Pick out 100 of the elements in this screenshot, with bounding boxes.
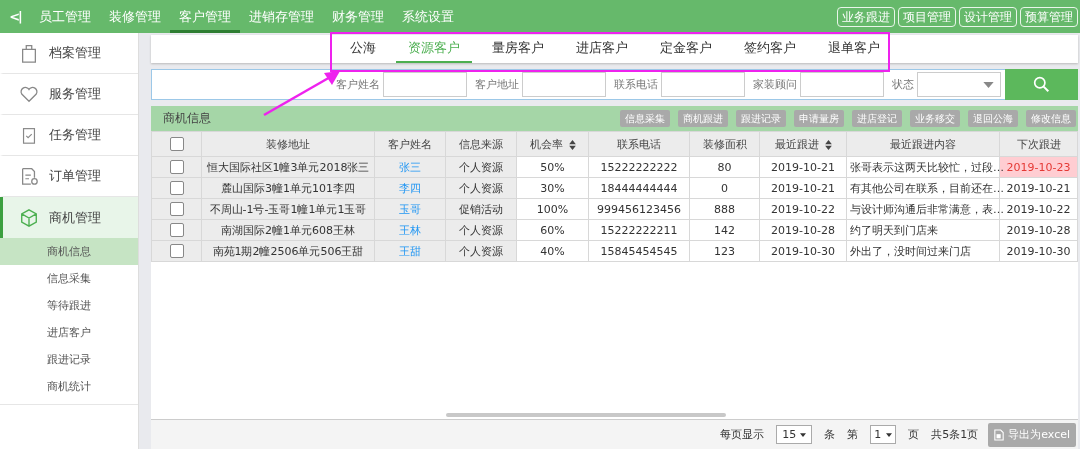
table-cell: 2019-10-28 (759, 219, 847, 241)
action-button[interactable]: 跟进记录 (736, 110, 786, 127)
table-cell: 2019-10-30 (759, 240, 847, 262)
caret-icon (800, 432, 807, 437)
sidebar-item[interactable]: 任务管理 (0, 115, 138, 156)
row-checkbox[interactable] (169, 223, 184, 237)
table-cell: 2019-10-21 (999, 177, 1078, 199)
table-cell: 2019-10-28 (999, 219, 1078, 241)
column-header: 客户姓名 (374, 131, 446, 157)
table-cell: 50% (516, 156, 589, 178)
table-cell: 60% (516, 219, 589, 241)
field-label: 客户姓名 (336, 77, 380, 92)
select-all-checkbox[interactable] (169, 137, 184, 151)
table-cell: 142 (689, 219, 760, 241)
action-button[interactable]: 商机跟进 (678, 110, 728, 127)
sidebar-subitem[interactable]: 商机统计 (0, 373, 138, 400)
table-cell: 15845454545 (588, 240, 690, 262)
cube-icon (19, 207, 39, 228)
table-cell: 30% (516, 177, 589, 199)
action-button[interactable]: 退回公海 (968, 110, 1018, 127)
quick-button[interactable]: 设计管理 (959, 6, 1017, 27)
page-size-dropdown[interactable]: 15 (776, 425, 813, 444)
row-checkbox[interactable] (169, 202, 184, 216)
panel-title: 商机信息 (163, 110, 211, 127)
sidebar-subitem[interactable]: 商机信息 (0, 238, 138, 265)
caret-icon (886, 432, 893, 437)
row-checkbox[interactable] (169, 160, 184, 174)
heart-icon (19, 84, 39, 104)
table-cell: 0 (689, 177, 760, 199)
field-label: 联系电话 (614, 77, 658, 92)
action-button[interactable]: 申请量房 (794, 110, 844, 127)
sidebar-subitem[interactable]: 进店客户 (0, 319, 138, 346)
sort-icon (824, 139, 832, 150)
table-cell: 15222222222 (588, 156, 690, 178)
nav-tab[interactable]: 装修管理 (100, 0, 170, 33)
sidebar-subitem[interactable]: 跟进记录 (0, 346, 138, 373)
nav-tab[interactable]: 系统设置 (393, 0, 463, 33)
column-header[interactable]: 机会率 (516, 131, 589, 157)
quick-button[interactable]: 预算管理 (1020, 6, 1078, 27)
input-field[interactable] (522, 72, 606, 97)
nav-tab[interactable]: 财务管理 (323, 0, 393, 33)
input-field[interactable] (800, 72, 884, 97)
sort-icon (568, 139, 576, 150)
row-checkbox[interactable] (169, 244, 184, 258)
row-checkbox[interactable] (169, 181, 184, 195)
table-cell: 100% (516, 198, 589, 220)
field-label: 客户地址 (475, 77, 519, 92)
nav-tab[interactable]: 进销存管理 (240, 0, 323, 33)
collapse-button[interactable]: <| (0, 0, 30, 33)
column-header: 联系电话 (588, 131, 690, 157)
tab[interactable]: 进店客户 (563, 35, 640, 63)
export-button[interactable]: 导出为excel (988, 422, 1076, 447)
action-button[interactable]: 业务移交 (910, 110, 960, 127)
pager-summary: 共5条1页 (931, 427, 979, 442)
pager-label: 页 (908, 427, 920, 442)
table-cell: 2019-10-21 (759, 156, 847, 178)
table-cell: 2019-10-22 (999, 198, 1078, 220)
sidebar-subitem[interactable]: 等待跟进 (0, 292, 138, 319)
scrollbar[interactable] (446, 413, 726, 417)
tab[interactable]: 签约客户 (731, 35, 808, 63)
column-header: 下次跟进 (999, 131, 1078, 157)
search-button[interactable] (1005, 69, 1078, 100)
field-label: 家装顾问 (753, 77, 797, 92)
pager-label: 条 (824, 427, 836, 442)
status-dropdown[interactable] (917, 72, 1001, 97)
table-cell: 15222222211 (588, 219, 690, 241)
document-icon (994, 428, 1005, 441)
input-field[interactable] (661, 72, 745, 97)
column-header: 信息来源 (445, 131, 517, 157)
column-header: 装修面积 (689, 131, 760, 157)
table-cell: 999456123456 (588, 198, 690, 220)
input-field[interactable] (383, 72, 467, 97)
tab[interactable]: 退单客户 (815, 35, 892, 63)
tab[interactable]: 资源客户 (395, 35, 472, 63)
tab[interactable]: 定金客户 (647, 35, 724, 63)
action-button[interactable]: 修改信息 (1026, 110, 1076, 127)
document-gear-icon (19, 166, 39, 186)
caret-icon (983, 81, 994, 88)
nav-tab[interactable]: 员工管理 (30, 0, 100, 33)
sidebar-subitem[interactable]: 信息采集 (0, 265, 138, 292)
table-cell: 888 (689, 198, 760, 220)
table-cell: 80 (689, 156, 760, 178)
page-dropdown[interactable]: 1 (870, 425, 897, 444)
column-header[interactable]: 最近跟进 (759, 131, 847, 157)
table-cell: 123 (689, 240, 760, 262)
field-label: 状态 (892, 77, 914, 92)
quick-button[interactable]: 业务跟进 (837, 6, 895, 27)
sidebar-item[interactable]: 服务管理 (0, 74, 138, 115)
column-header: 最近跟进内容 (846, 131, 1000, 157)
table-cell: 2019-10-22 (759, 198, 847, 220)
quick-button[interactable]: 项目管理 (898, 6, 956, 27)
tab[interactable]: 公海 (337, 35, 388, 63)
table-cell: 外出了，没时间过来门店 (846, 240, 1000, 262)
tab[interactable]: 量房客户 (479, 35, 556, 63)
table-cell: 18444444444 (588, 177, 690, 199)
action-button[interactable]: 信息采集 (620, 110, 670, 127)
action-button[interactable]: 进店登记 (852, 110, 902, 127)
pager-label: 第 (847, 427, 859, 442)
sidebar-item[interactable]: 档案管理 (0, 33, 138, 74)
sidebar-item[interactable]: 商机管理 (0, 197, 138, 238)
